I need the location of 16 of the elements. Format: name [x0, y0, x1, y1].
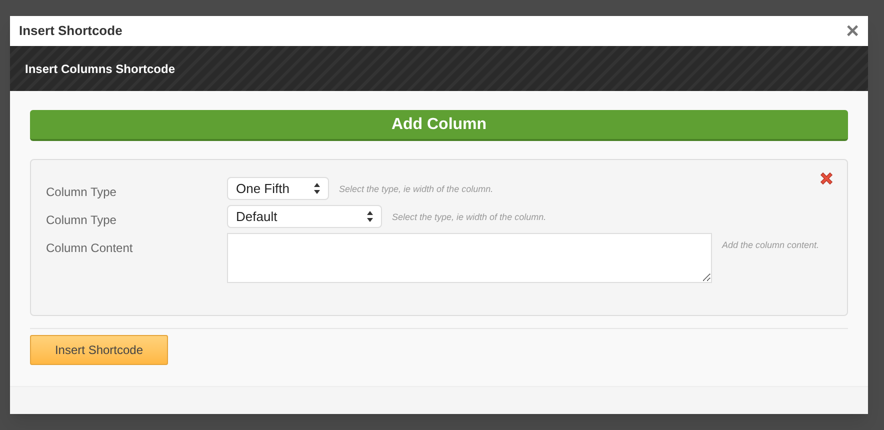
- section-title: Insert Columns Shortcode: [25, 60, 176, 78]
- select-field[interactable]: One Fifth: [227, 177, 329, 200]
- window-title: Insert Shortcode: [19, 22, 122, 40]
- insert-shortcode-button[interactable]: Insert Shortcode: [30, 335, 168, 365]
- select-field[interactable]: Default: [227, 205, 382, 228]
- add-column-button[interactable]: Add Column: [30, 110, 848, 141]
- updown-icon: [367, 211, 373, 222]
- updown-icon: [314, 183, 320, 194]
- field-label: Column Type: [46, 184, 118, 201]
- field-hint: Select the type, ie width of the column.: [339, 183, 494, 196]
- field-label: Column Type: [46, 212, 118, 229]
- field-hint: Add the column content.: [722, 239, 820, 252]
- close-button[interactable]: ×: [846, 20, 859, 42]
- field-hint: Select the type, ie width of the column.: [392, 211, 546, 224]
- delete-icon[interactable]: [819, 171, 834, 186]
- field-label: Column Content: [46, 240, 134, 257]
